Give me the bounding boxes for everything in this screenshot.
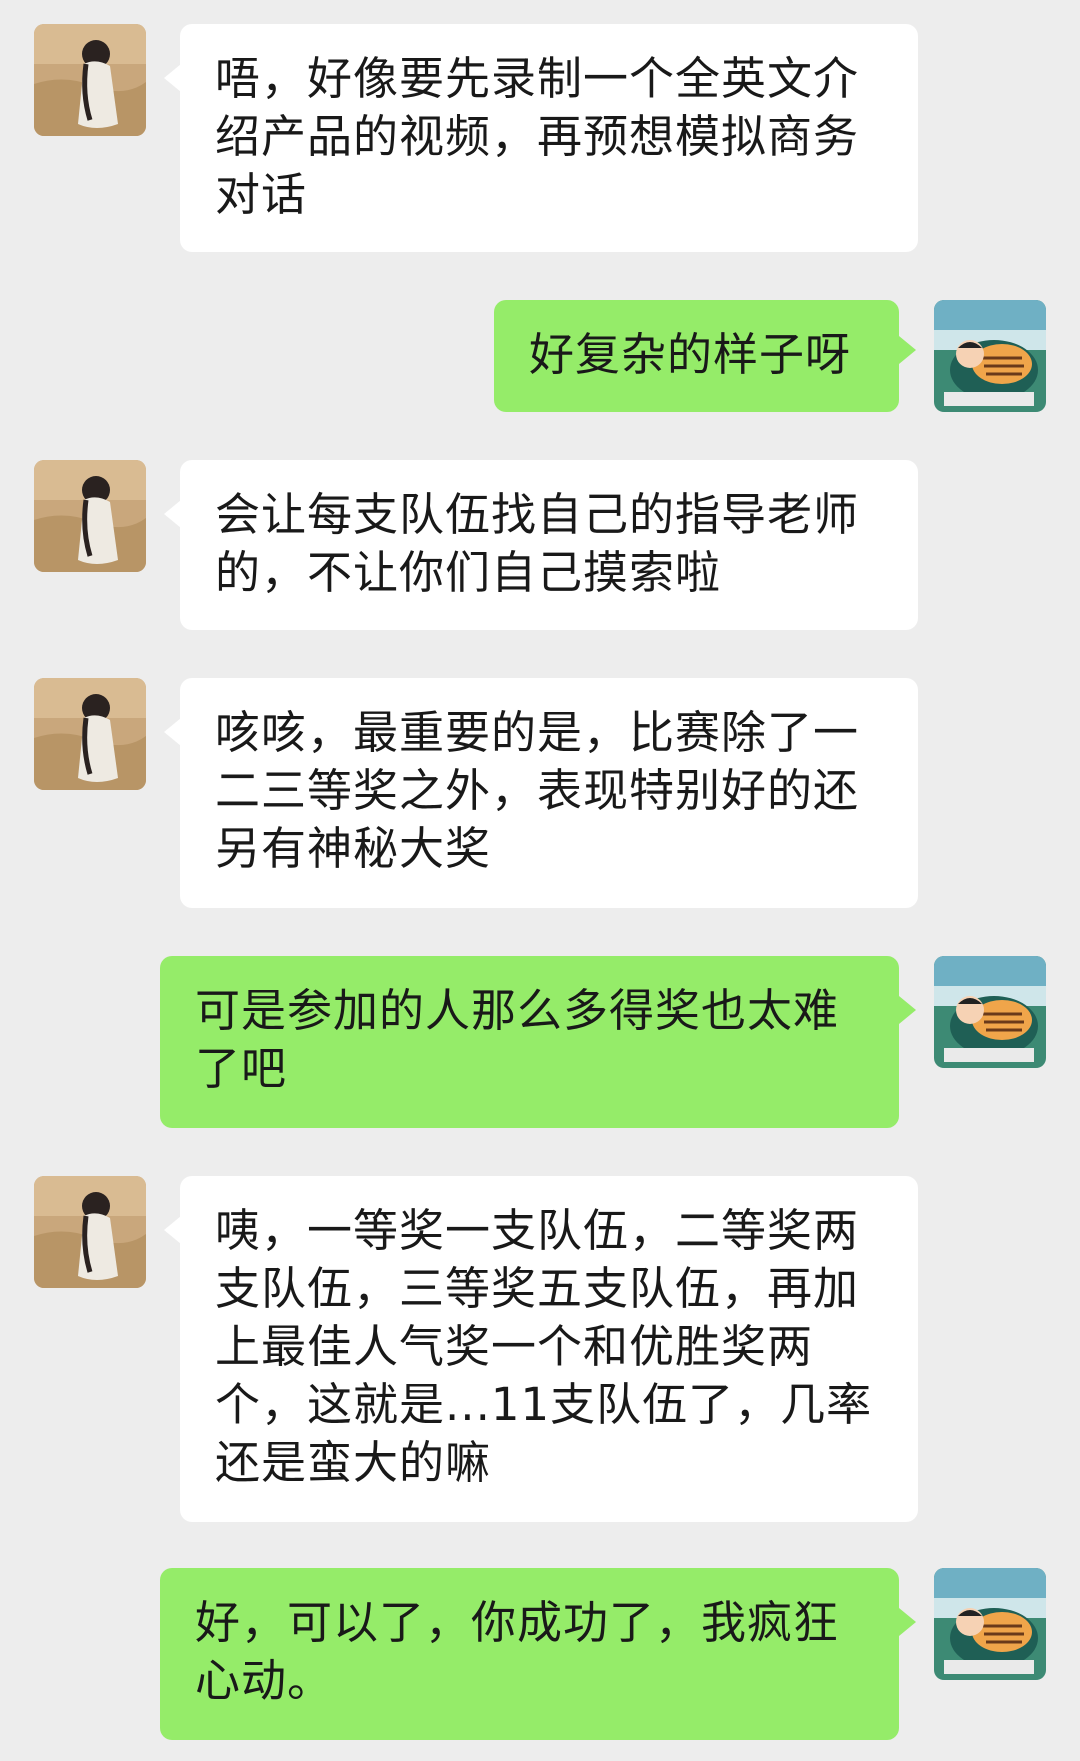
- message-bubble[interactable]: 好复杂的样子呀: [494, 300, 899, 412]
- message-bubble[interactable]: 好，可以了，你成功了，我疯狂心动。: [160, 1568, 899, 1740]
- cartoon-boy-avatar[interactable]: [934, 956, 1046, 1068]
- girl-avatar[interactable]: [34, 460, 146, 572]
- message-text: 咳咳，最重要的是，比赛除了一二三等奖之外，表现特别好的还另有神秘大奖: [215, 706, 860, 875]
- cartoon-boy-avatar[interactable]: [934, 300, 1046, 412]
- message-text: 会让每支队伍找自己的指导老师的，不让你们自己摸索啦: [215, 488, 860, 599]
- message-bubble[interactable]: 会让每支队伍找自己的指导老师的，不让你们自己摸索啦: [180, 460, 918, 630]
- chat-view: 唔，好像要先录制一个全英文介绍产品的视频，再预想模拟商务对话 好复杂的样子呀 会…: [0, 0, 1080, 1761]
- message-bubble[interactable]: 咦，一等奖一支队伍，二等奖两支队伍，三等奖五支队伍，再加上最佳人气奖一个和优胜奖…: [180, 1176, 918, 1522]
- message-text: 唔，好像要先录制一个全英文介绍产品的视频，再预想模拟商务对话: [215, 52, 860, 221]
- message-bubble[interactable]: 可是参加的人那么多得奖也太难了吧: [160, 956, 899, 1128]
- message-bubble[interactable]: 咳咳，最重要的是，比赛除了一二三等奖之外，表现特别好的还另有神秘大奖: [180, 678, 918, 908]
- cartoon-boy-avatar[interactable]: [934, 1568, 1046, 1680]
- girl-avatar[interactable]: [34, 24, 146, 136]
- message-text: 咦，一等奖一支队伍，二等奖两支队伍，三等奖五支队伍，再加上最佳人气奖一个和优胜奖…: [215, 1204, 873, 1489]
- message-text: 好，可以了，你成功了，我疯狂心动。: [195, 1596, 840, 1707]
- girl-avatar[interactable]: [34, 1176, 146, 1288]
- girl-avatar[interactable]: [34, 678, 146, 790]
- message-text: 可是参加的人那么多得奖也太难了吧: [195, 984, 840, 1095]
- message-bubble[interactable]: 唔，好像要先录制一个全英文介绍产品的视频，再预想模拟商务对话: [180, 24, 918, 252]
- message-text: 好复杂的样子呀: [529, 328, 852, 381]
